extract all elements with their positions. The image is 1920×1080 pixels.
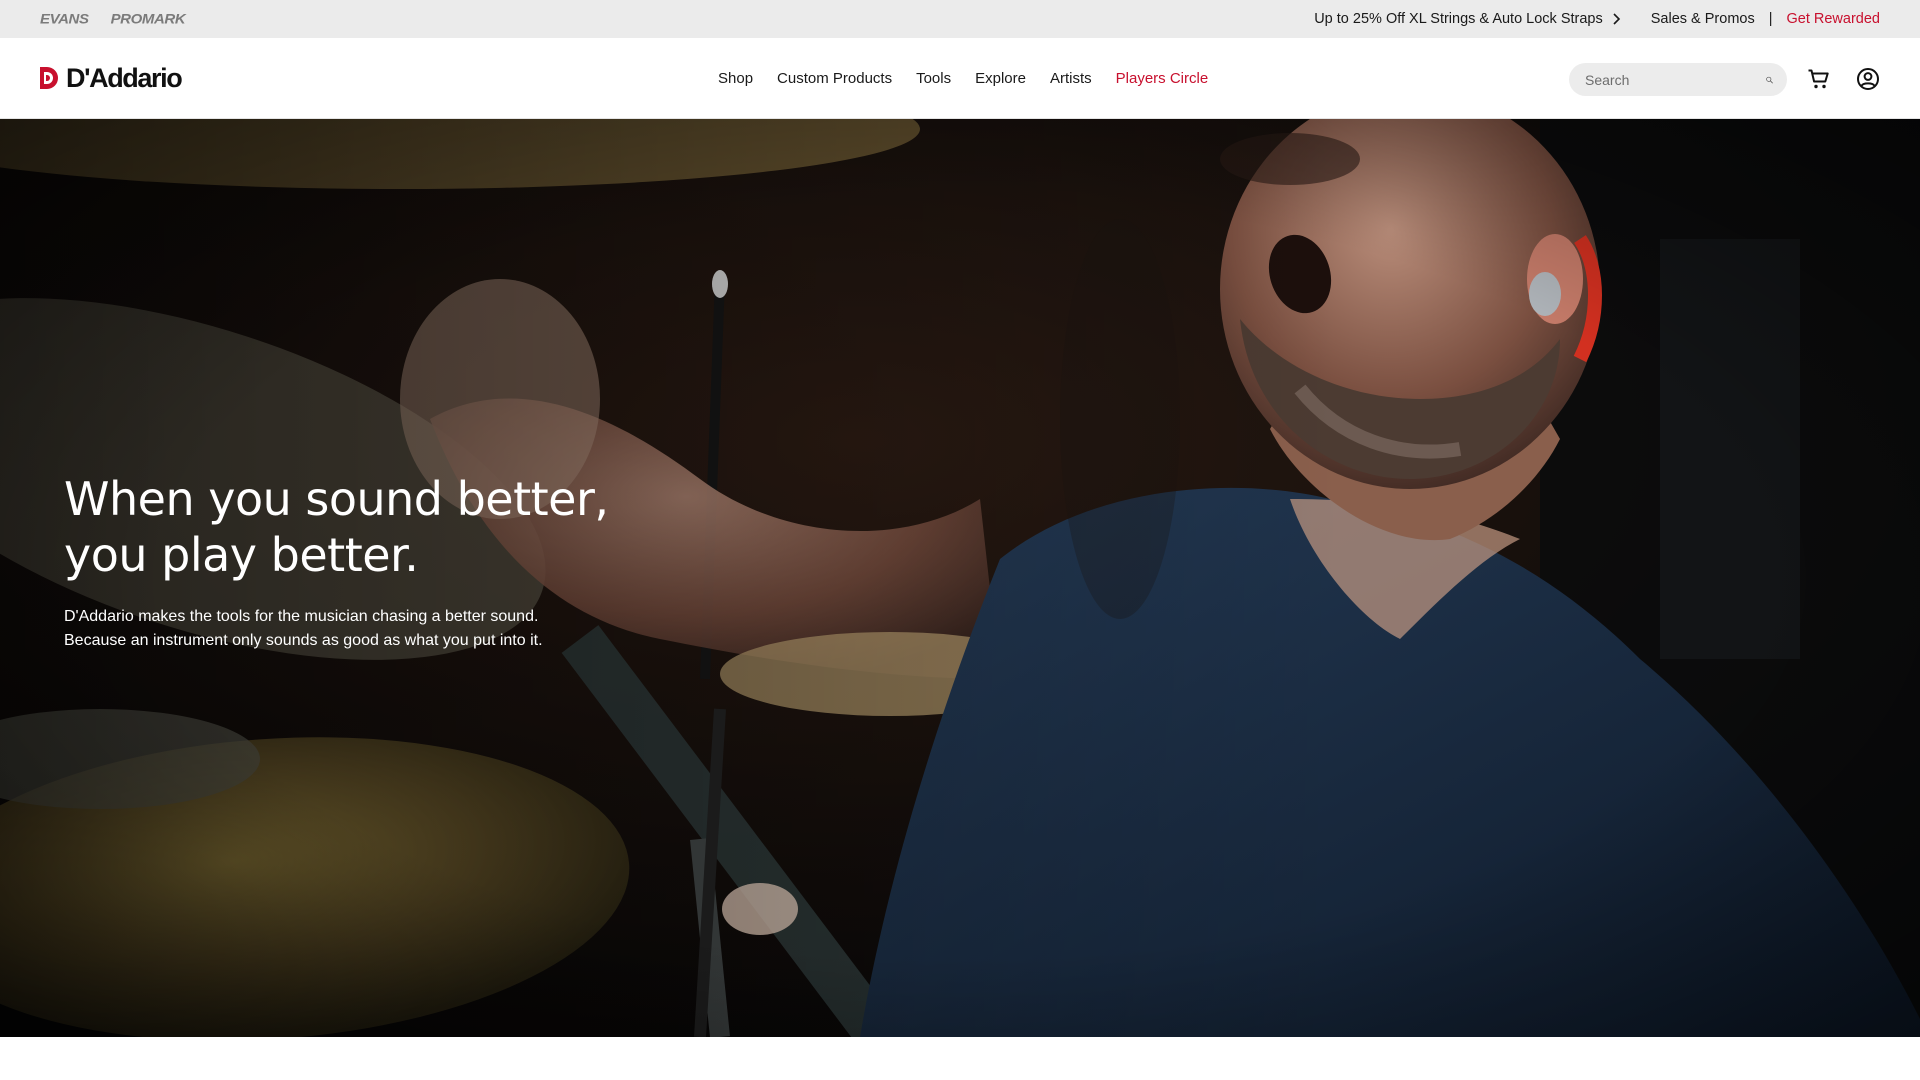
cart-icon[interactable] xyxy=(1807,67,1831,91)
hero-headline-line: When you sound better, xyxy=(64,472,609,526)
get-rewarded-link[interactable]: Get Rewarded xyxy=(1787,11,1881,27)
promark-brand-link[interactable]: PROMARK xyxy=(111,11,186,27)
nav-custom-products[interactable]: Custom Products xyxy=(777,70,892,87)
logo-wordmark: D'Addario xyxy=(66,63,183,93)
daddario-logo[interactable]: D'Addario xyxy=(38,63,183,93)
promo-link[interactable]: Up to 25% Off XL Strings & Auto Lock Str… xyxy=(1314,11,1621,27)
main-nav: Shop Custom Products Tools Explore Artis… xyxy=(718,38,1208,119)
search-box[interactable] xyxy=(1569,63,1787,96)
search-input[interactable] xyxy=(1585,71,1766,88)
chevron-right-icon xyxy=(1613,13,1620,25)
below-fold-area xyxy=(0,1037,1920,1080)
nav-tools[interactable]: Tools xyxy=(916,70,951,87)
utility-bar: EVANS PROMARK Up to 25% Off XL Strings &… xyxy=(0,0,1920,38)
hero-banner: When you sound better, you play better. … xyxy=(0,119,1920,1037)
promo-text: Up to 25% Off XL Strings & Auto Lock Str… xyxy=(1314,11,1603,27)
utility-right: Up to 25% Off XL Strings & Auto Lock Str… xyxy=(1314,11,1880,27)
hero-subcopy-line: D'Addario makes the tools for the musici… xyxy=(64,608,539,625)
nav-artists[interactable]: Artists xyxy=(1050,70,1092,87)
nav-shop[interactable]: Shop xyxy=(718,70,753,87)
account-icon[interactable] xyxy=(1856,67,1880,91)
hero-copy: When you sound better, you play better. … xyxy=(64,471,764,653)
evans-brand-link[interactable]: EVANS xyxy=(40,11,89,27)
main-header: D'Addario Shop Custom Products Tools Exp… xyxy=(0,38,1920,119)
hero-subcopy: D'Addario makes the tools for the musici… xyxy=(64,605,764,653)
search-icon[interactable] xyxy=(1766,70,1773,90)
hero-headline: When you sound better, you play better. xyxy=(64,471,764,583)
utility-separator: | xyxy=(1768,11,1773,27)
nav-players-circle[interactable]: Players Circle xyxy=(1116,70,1209,87)
hero-subcopy-line: Because an instrument only sounds as goo… xyxy=(64,632,543,649)
hero-headline-line: you play better. xyxy=(64,528,419,582)
logo-mark-icon xyxy=(40,67,58,89)
nav-explore[interactable]: Explore xyxy=(975,70,1026,87)
sales-promos-link[interactable]: Sales & Promos xyxy=(1651,11,1755,27)
sister-brand-links: EVANS PROMARK xyxy=(40,11,186,28)
